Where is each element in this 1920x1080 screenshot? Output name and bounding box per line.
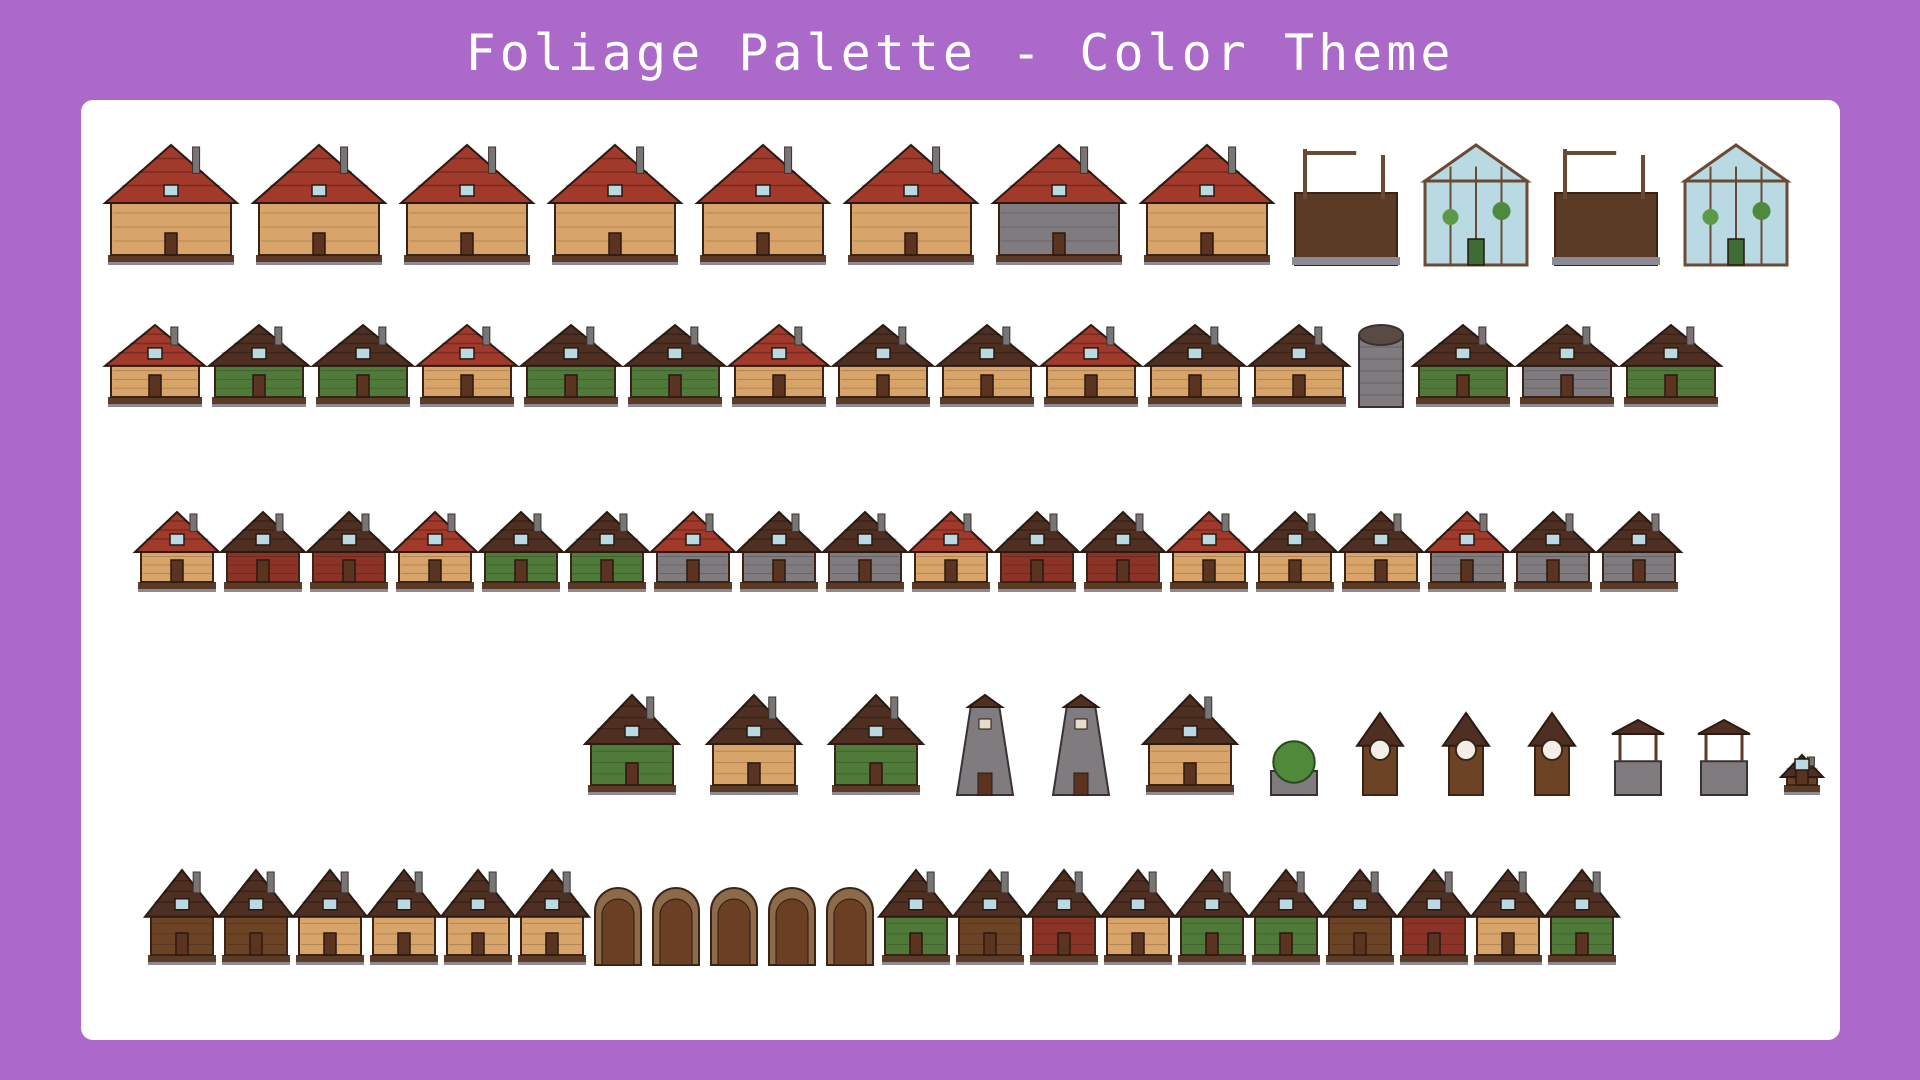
building-sprite [102,143,240,265]
building-sprite [1051,693,1111,796]
page-title: Foliage Palette - Color Theme [465,24,1455,82]
building-sprite [694,143,832,265]
building-sprite [876,868,956,965]
building-sprite [438,868,518,965]
building-sprite [476,510,566,592]
building-sprite [398,143,536,265]
sprite-row-cabins [132,510,1684,592]
building-sprite [142,868,222,965]
building-sprite [512,868,592,965]
building-sprite [1422,510,1512,592]
building-sprite [1078,510,1168,592]
building-sprite [1250,510,1340,592]
building-sprite [1292,149,1400,266]
building-sprite [1680,143,1792,267]
building-sprite [726,323,832,407]
building-sprite [1355,711,1405,797]
building-sprite [652,887,700,966]
building-sprite [1024,868,1104,965]
building-sprite [414,323,520,407]
building-sprite [1038,323,1144,407]
building-sprite [1336,510,1426,592]
building-sprite [710,887,758,966]
building-sprite [648,510,738,592]
building-sprite [1611,718,1665,796]
building-sprite [546,143,684,265]
building-sprite [1410,323,1516,407]
building-sprite [1138,143,1276,265]
building-sprite [1542,868,1622,965]
building-sprite [1420,143,1532,267]
building-sprite [992,510,1082,592]
building-sprite [704,693,804,795]
building-sprite [310,323,416,407]
building-sprite [1778,753,1826,795]
building-sprite [216,868,296,965]
building-sprite [1172,868,1252,965]
building-sprite [582,693,682,795]
building-sprite [1441,711,1491,797]
building-sprite [906,510,996,592]
building-sprite [1246,868,1326,965]
sprite-sheet-panel [81,100,1840,1040]
building-sprite [1697,718,1751,796]
sprite-row-special-buildings [582,693,1826,797]
building-sprite [250,143,388,265]
building-sprite [364,868,444,965]
sprite-sheet [102,143,1826,966]
building-sprite [1140,693,1240,795]
building-sprite [1552,149,1660,266]
building-sprite [594,887,642,966]
building-sprite [820,510,910,592]
building-sprite [518,323,624,407]
building-sprite [390,510,480,592]
building-sprite [1394,868,1474,965]
building-sprite [622,323,728,407]
building-sprite [1358,324,1404,408]
building-sprite [290,868,370,965]
building-sprite [132,510,222,592]
building-sprite [1527,711,1577,797]
building-sprite [990,143,1128,265]
building-sprite [206,323,312,407]
sprite-row-sheds-and-doors [142,868,1622,966]
building-sprite [768,887,816,966]
building-sprite [1098,868,1178,965]
building-sprite [1594,510,1684,592]
sprite-row-farmhouses-and-coops [102,323,1724,408]
sprite-row-barns-and-greenhouses [102,143,1792,267]
building-sprite [826,887,874,966]
building-sprite [826,693,926,795]
building-sprite [1514,323,1620,407]
building-sprite [1468,868,1548,965]
building-sprite [842,143,980,265]
building-sprite [562,510,652,592]
building-sprite [218,510,308,592]
building-sprite [734,510,824,592]
building-sprite [1320,868,1400,965]
building-sprite [955,693,1015,796]
building-sprite [102,323,208,407]
building-sprite [1508,510,1598,592]
building-sprite [830,323,936,407]
building-sprite [1246,323,1352,407]
building-sprite [934,323,1040,407]
building-sprite [950,868,1030,965]
building-sprite [1164,510,1254,592]
building-sprite [1618,323,1724,407]
building-sprite [1142,323,1248,407]
building-sprite [304,510,394,592]
building-sprite [1270,740,1318,796]
